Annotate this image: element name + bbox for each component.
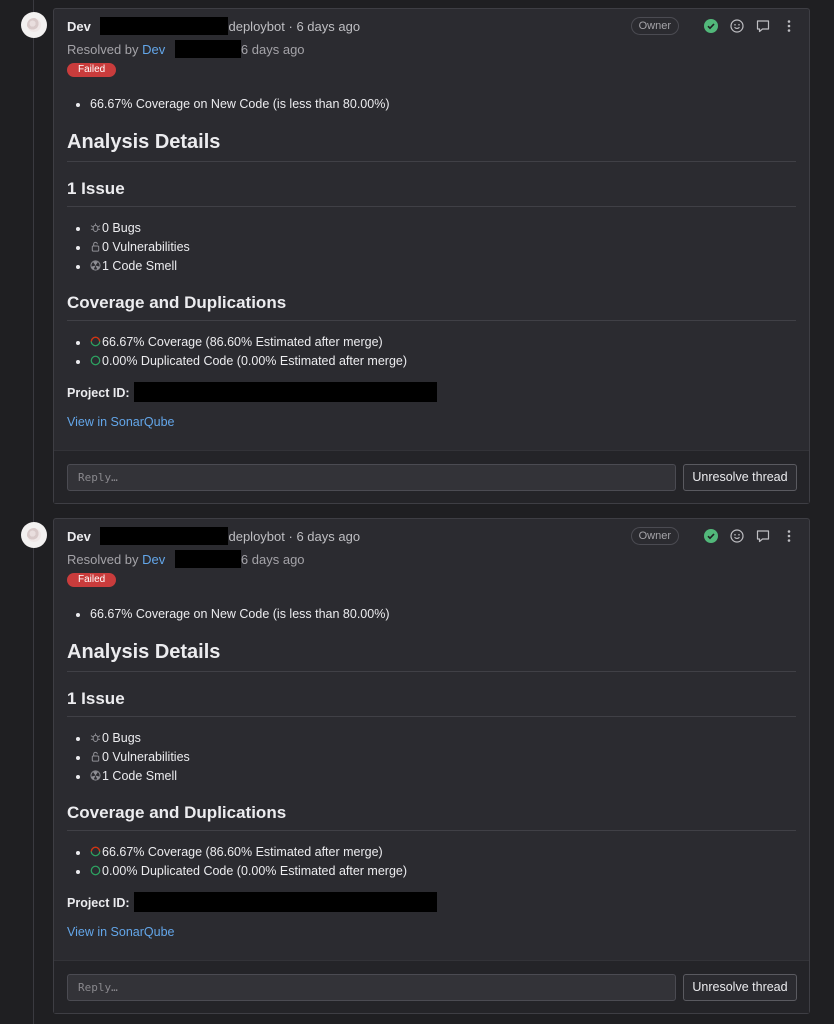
reply-comment-icon[interactable] [755, 528, 771, 544]
unresolve-thread-button[interactable]: Unresolve thread [683, 464, 797, 491]
avatar[interactable] [21, 522, 47, 548]
issues-heading: 1 Issue [67, 687, 796, 717]
list-item: 0.00% Duplicated Code (0.00% Estimated a… [90, 862, 796, 881]
separator: · [288, 529, 293, 544]
note-actions: Owner [630, 17, 797, 35]
list-item: 0 Bugs [90, 729, 796, 748]
timeline-line [33, 0, 34, 1024]
list-item: 0 Bugs [90, 219, 796, 238]
author-name[interactable]: Dev [67, 19, 91, 34]
code-smell-icon [90, 770, 101, 781]
owner-badge: Owner [630, 17, 679, 35]
resolved-prefix: Resolved by [67, 42, 139, 57]
redacted-name [174, 550, 241, 568]
redacted-project-id [133, 892, 437, 912]
resolved-time: 6 days ago [240, 42, 305, 57]
bug-icon [90, 223, 101, 233]
redacted-name [100, 17, 229, 35]
view-in-sonarqube-link[interactable]: View in SonarQube [67, 413, 796, 431]
separator: · [288, 19, 293, 34]
coverage-status-icon [90, 336, 101, 347]
lock-icon [91, 241, 100, 252]
more-actions-icon[interactable] [781, 18, 797, 34]
status-badge: Failed [67, 63, 117, 77]
author-username[interactable]: deploybot [228, 19, 284, 34]
project-id-label: Project ID: [67, 896, 130, 910]
note-body: 66.67% Coverage on New Code (is less tha… [67, 605, 796, 941]
redacted-name [174, 40, 241, 58]
reply-bar: Reply… Unresolve thread [54, 960, 809, 1013]
note-card: Dev deploybot · 6 days ago Resolved by D… [53, 518, 810, 1014]
list-item: 1 Code Smell [90, 767, 796, 786]
list-item: 66.67% Coverage (86.60% Estimated after … [90, 843, 796, 862]
emoji-reaction-icon[interactable] [729, 18, 745, 34]
unresolve-thread-button[interactable]: Unresolve thread [683, 974, 797, 1001]
issues-heading: 1 Issue [67, 177, 796, 207]
list-item: 0.00% Duplicated Code (0.00% Estimated a… [90, 352, 796, 371]
resolved-check-icon[interactable] [703, 528, 719, 544]
list-item: 0 Vulnerabilities [90, 748, 796, 767]
resolved-by-link[interactable]: Dev [142, 552, 165, 567]
reply-input[interactable]: Reply… [67, 974, 676, 1001]
resolved-time: 6 days ago [240, 552, 305, 567]
note-body: 66.67% Coverage on New Code (is less tha… [67, 95, 796, 431]
emoji-reaction-icon[interactable] [729, 528, 745, 544]
redacted-name [100, 527, 229, 545]
more-actions-icon[interactable] [781, 528, 797, 544]
owner-badge: Owner [630, 527, 679, 545]
quality-gate-condition: 66.67% Coverage on New Code (is less tha… [90, 605, 796, 624]
note-time[interactable]: 6 days ago [296, 19, 360, 34]
project-id-label: Project ID: [67, 386, 130, 400]
analysis-heading: Analysis Details [67, 639, 796, 672]
quality-gate-condition: 66.67% Coverage on New Code (is less tha… [90, 95, 796, 114]
author-name[interactable]: Dev [67, 529, 91, 544]
reply-bar: Reply… Unresolve thread [54, 450, 809, 503]
coverage-status-icon [90, 846, 101, 857]
avatar[interactable] [21, 12, 47, 38]
status-badge: Failed [67, 573, 117, 587]
list-item: 1 Code Smell [90, 257, 796, 276]
duplication-status-icon [90, 865, 101, 876]
redacted-project-id [133, 382, 437, 402]
analysis-heading: Analysis Details [67, 129, 796, 162]
lock-icon [91, 751, 100, 762]
list-item: 0 Vulnerabilities [90, 238, 796, 257]
bug-icon [90, 733, 101, 743]
resolved-check-icon[interactable] [703, 18, 719, 34]
code-smell-icon [90, 260, 101, 271]
note-card: Dev deploybot · 6 days ago Resolved by D… [53, 8, 810, 504]
list-item: 66.67% Coverage (86.60% Estimated after … [90, 333, 796, 352]
reply-input[interactable]: Reply… [67, 464, 676, 491]
author-username[interactable]: deploybot [228, 529, 284, 544]
coverage-heading: Coverage and Duplications [67, 801, 796, 831]
resolved-prefix: Resolved by [67, 552, 139, 567]
view-in-sonarqube-link[interactable]: View in SonarQube [67, 923, 796, 941]
note-time[interactable]: 6 days ago [296, 529, 360, 544]
note-actions: Owner [630, 527, 797, 545]
reply-comment-icon[interactable] [755, 18, 771, 34]
coverage-heading: Coverage and Duplications [67, 291, 796, 321]
duplication-status-icon [90, 355, 101, 366]
resolved-by-link[interactable]: Dev [142, 42, 165, 57]
